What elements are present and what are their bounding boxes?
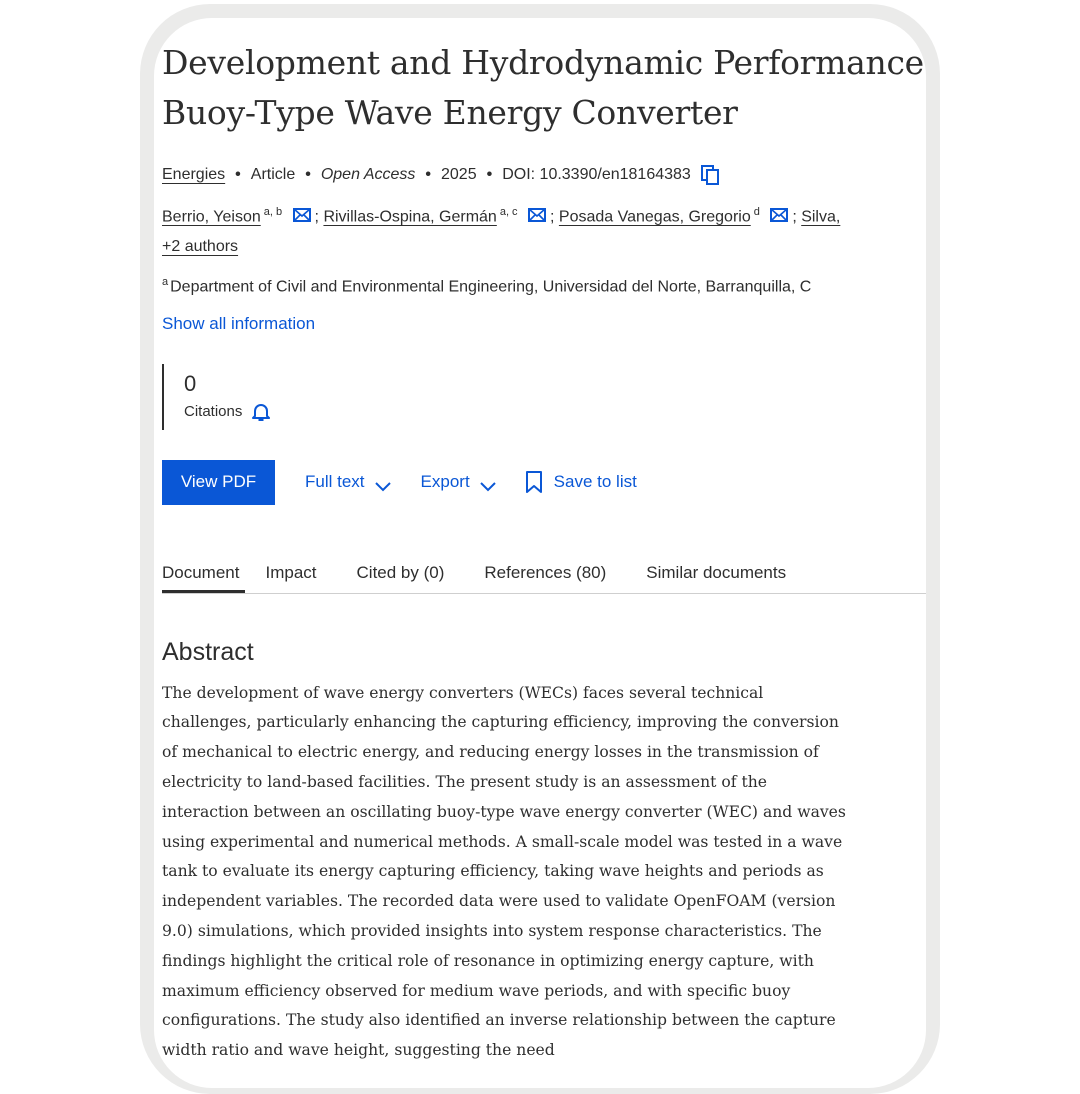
tab-references[interactable]: References (80)	[484, 563, 606, 593]
abstract-heading: Abstract	[162, 637, 254, 666]
separator: •	[305, 166, 311, 183]
author-link[interactable]: Berrio, Yeison	[162, 208, 261, 225]
more-authors-link[interactable]: +2 authors	[162, 238, 238, 255]
mail-icon[interactable]	[292, 203, 311, 223]
author-list: Berrio, Yeison a, b ; Rivillas-Ospina, Ge…	[162, 197, 926, 262]
copy-icon[interactable]	[700, 165, 719, 185]
full-text-label: Full text	[305, 472, 365, 492]
access-type: Open Access	[320, 166, 416, 183]
author-sup: a, c	[499, 206, 518, 218]
content: Development and Hydrodynamic Performance…	[162, 38, 926, 1066]
article-title: Development and Hydrodynamic Performance…	[162, 38, 926, 138]
citations-label-row: Citations	[184, 402, 926, 422]
save-to-list-label: Save to list	[553, 472, 637, 492]
bookmark-icon	[525, 471, 542, 494]
separator: •	[425, 166, 431, 183]
full-text-dropdown[interactable]: Full text	[305, 472, 391, 492]
citation-count: 0	[184, 370, 197, 396]
separator: •	[235, 166, 241, 183]
title-line-1: Development and Hydrodynamic Performance	[162, 43, 924, 82]
mail-icon[interactable]	[770, 203, 789, 223]
citations-box: 0 Citations	[162, 363, 926, 430]
title-line-2: Buoy-Type Wave Energy Converter	[162, 93, 738, 132]
document-tabs: Document Impact Cited by (0) References …	[162, 563, 926, 594]
citations-label: Citations	[184, 403, 243, 421]
show-all-information-link[interactable]: Show all information	[162, 314, 926, 334]
separator: •	[486, 166, 493, 183]
author-sup: a, b	[263, 206, 283, 218]
tab-similar-documents[interactable]: Similar documents	[646, 563, 786, 593]
author-link[interactable]: Posada Vanegas, Gregorio	[559, 208, 751, 225]
article-meta: Energies • Article • Open Access • 2025 …	[162, 163, 926, 187]
publication-year: 2025	[441, 166, 477, 183]
chevron-down-icon	[479, 477, 496, 492]
chevron-down-icon	[374, 477, 391, 492]
bell-icon[interactable]	[252, 402, 271, 422]
author-link[interactable]: Silva,	[801, 208, 840, 225]
author-link[interactable]: Rivillas-Ospina, Germán	[323, 208, 496, 225]
affiliation: a Department of Civil and Environmental E…	[162, 270, 926, 299]
affiliation-text: Department of Civil and Environmental En…	[170, 278, 812, 296]
document-page: Development and Hydrodynamic Performance…	[154, 18, 926, 1088]
mail-icon[interactable]	[528, 203, 547, 223]
doi: DOI: 10.3390/en18164383	[502, 166, 691, 183]
action-bar: View PDF Full text Export Save to list	[162, 459, 926, 505]
author-sup: d	[753, 206, 760, 218]
export-label: Export	[420, 472, 470, 492]
tab-impact[interactable]: Impact	[265, 563, 316, 593]
article-type: Article	[250, 166, 296, 183]
tab-cited-by[interactable]: Cited by (0)	[357, 563, 445, 593]
journal-link[interactable]: Energies	[162, 163, 225, 187]
save-to-list-button[interactable]: Save to list	[525, 471, 637, 494]
affiliation-sup: a	[162, 276, 169, 289]
view-pdf-button[interactable]: View PDF	[162, 459, 275, 505]
export-dropdown[interactable]: Export	[421, 472, 496, 492]
tab-document[interactable]: Document	[162, 563, 246, 593]
abstract-text: The development of wave energy converter…	[162, 683, 846, 1060]
